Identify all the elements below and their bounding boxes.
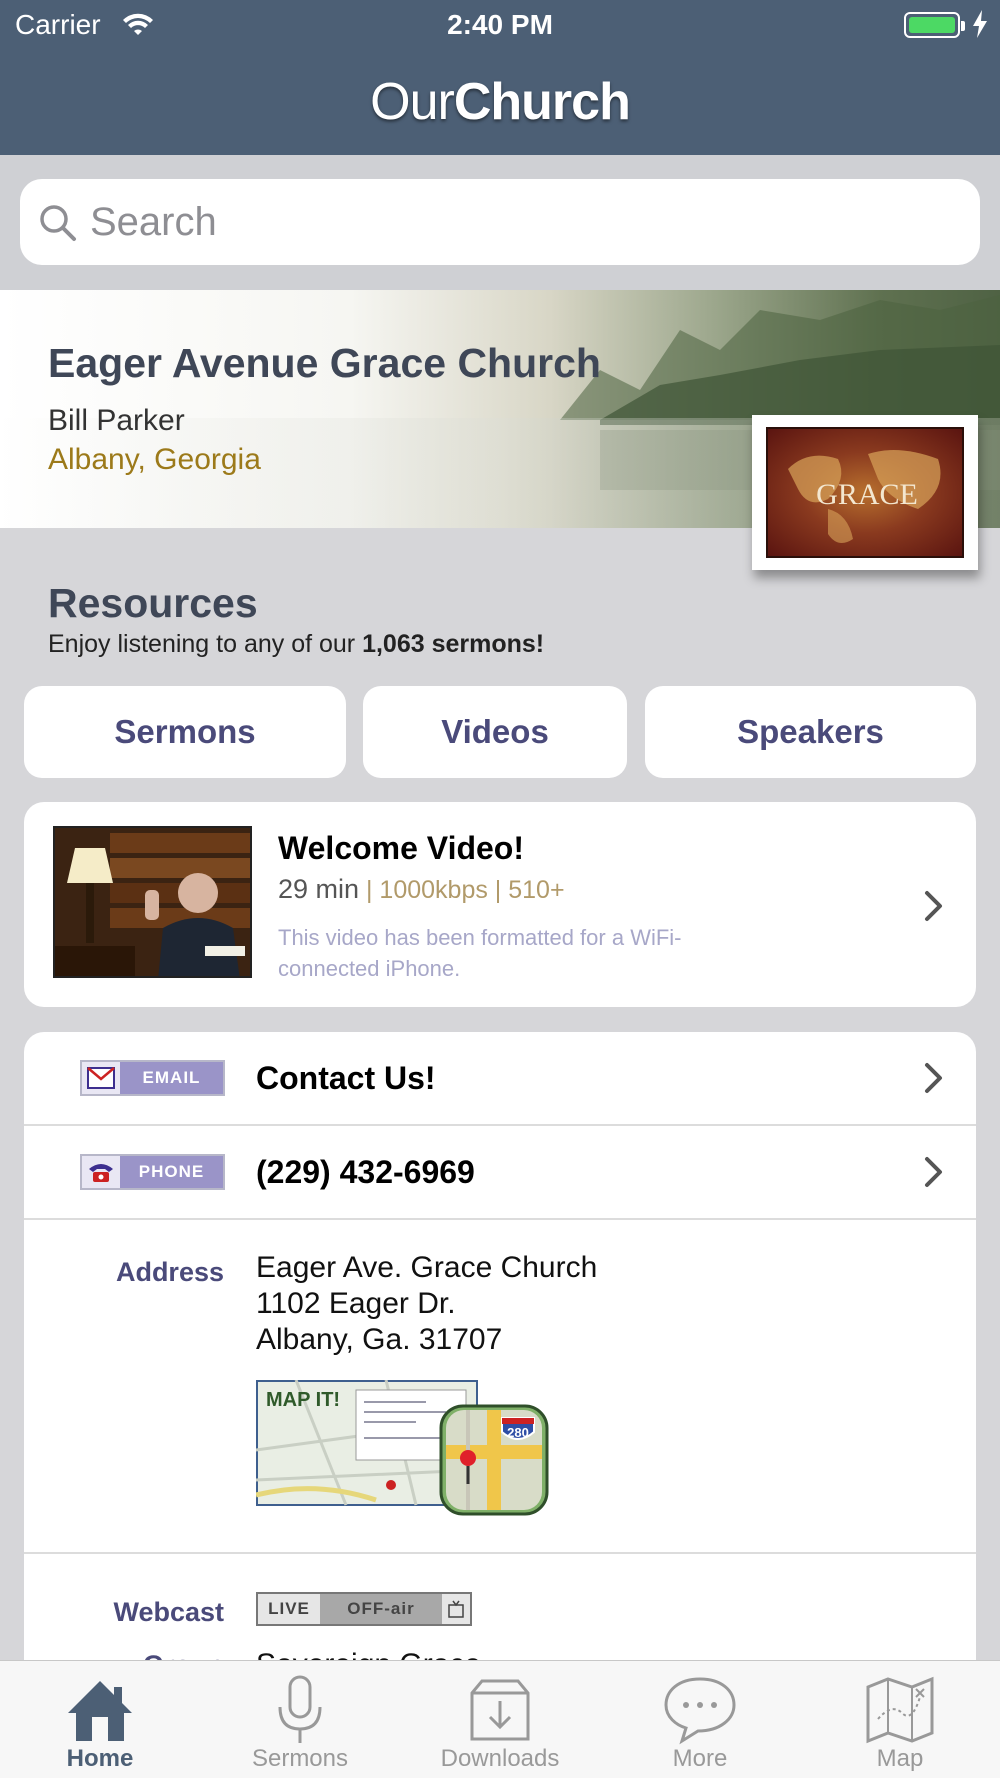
chat-bubble-icon (664, 1677, 736, 1745)
phone-number: (229) 432-6969 (256, 1154, 475, 1190)
microphone-icon (278, 1675, 322, 1743)
tab-sermons[interactable]: Sermons (200, 1661, 400, 1778)
video-title: Welcome Video! (278, 830, 524, 866)
welcome-video-card[interactable]: Welcome Video! 29 min | 1000kbps | 510+ … (24, 802, 976, 1007)
video-thumbnail (53, 826, 252, 978)
map-icon (866, 1676, 934, 1744)
address-text: Eager Ave. Grace Church 1102 Eager Dr. A… (256, 1251, 598, 1356)
resources-heading: Resources (48, 580, 258, 626)
status-bar: Carrier 2:40 PM (0, 0, 1000, 50)
envelope-icon (87, 1067, 115, 1089)
charging-icon (972, 10, 988, 45)
pastor-name: Bill Parker (48, 404, 185, 437)
search-input[interactable] (90, 193, 950, 251)
church-info-card: EMAIL Contact Us! PHONE (229) 432-6969 A… (24, 1032, 976, 1692)
tab-home[interactable]: Home (0, 1661, 200, 1778)
app-logo: OurChurch (370, 73, 631, 131)
chevron-right-icon (925, 1063, 942, 1093)
video-description: This video has been formatted for a WiFi… (278, 925, 682, 981)
ministry-logo: GRACE (752, 415, 978, 570)
telephone-icon (89, 1164, 113, 1182)
phone-row[interactable]: PHONE (229) 432-6969 (24, 1126, 976, 1218)
contact-us-label: Contact Us! (256, 1060, 436, 1096)
speakers-button[interactable]: Speakers (645, 686, 976, 778)
video-meta: 29 min | 1000kbps | 510+ (278, 874, 565, 904)
status-time: 2:40 PM (447, 9, 553, 40)
email-tag: EMAIL (80, 1060, 225, 1096)
home-icon (68, 1681, 132, 1741)
svg-text:280: 280 (507, 1425, 529, 1440)
search-icon (40, 205, 76, 241)
webcast-status-badge[interactable]: LIVE OFF-air (256, 1592, 472, 1626)
svg-text:MAP IT!: MAP IT! (266, 1389, 340, 1411)
videos-button[interactable]: Videos (363, 686, 627, 778)
tab-map[interactable]: Map (800, 1661, 1000, 1778)
address-label: Address (115, 1257, 224, 1287)
battery-icon (904, 12, 965, 38)
row-divider (24, 1218, 976, 1220)
navigation-bar: Carrier 2:40 PM OurChurch (0, 0, 1000, 155)
church-location[interactable]: Albany, Georgia (48, 443, 261, 477)
tab-more[interactable]: More (600, 1661, 800, 1778)
tab-downloads[interactable]: Downloads (400, 1661, 600, 1778)
row-divider (24, 1552, 976, 1554)
search-bar[interactable] (20, 179, 980, 265)
chevron-right-icon (925, 891, 942, 921)
downloads-icon (470, 1679, 530, 1741)
map-it-button[interactable]: MAP IT! 280 (255, 1379, 556, 1520)
resources-subtitle: Enjoy listening to any of our 1,063 serm… (48, 630, 545, 658)
webcast-label: Webcast (113, 1597, 224, 1627)
sermons-button[interactable]: Sermons (24, 686, 346, 778)
chevron-right-icon (925, 1157, 942, 1187)
contact-us-row[interactable]: EMAIL Contact Us! (24, 1032, 976, 1124)
phone-tag: PHONE (80, 1154, 225, 1190)
church-name: Eager Avenue Grace Church (48, 340, 601, 386)
tab-bar: Home Sermons Downloads More Map (0, 1660, 1000, 1778)
search-container (0, 155, 1000, 290)
tv-icon (442, 1600, 470, 1618)
svg-text:GRACE: GRACE (816, 478, 918, 511)
